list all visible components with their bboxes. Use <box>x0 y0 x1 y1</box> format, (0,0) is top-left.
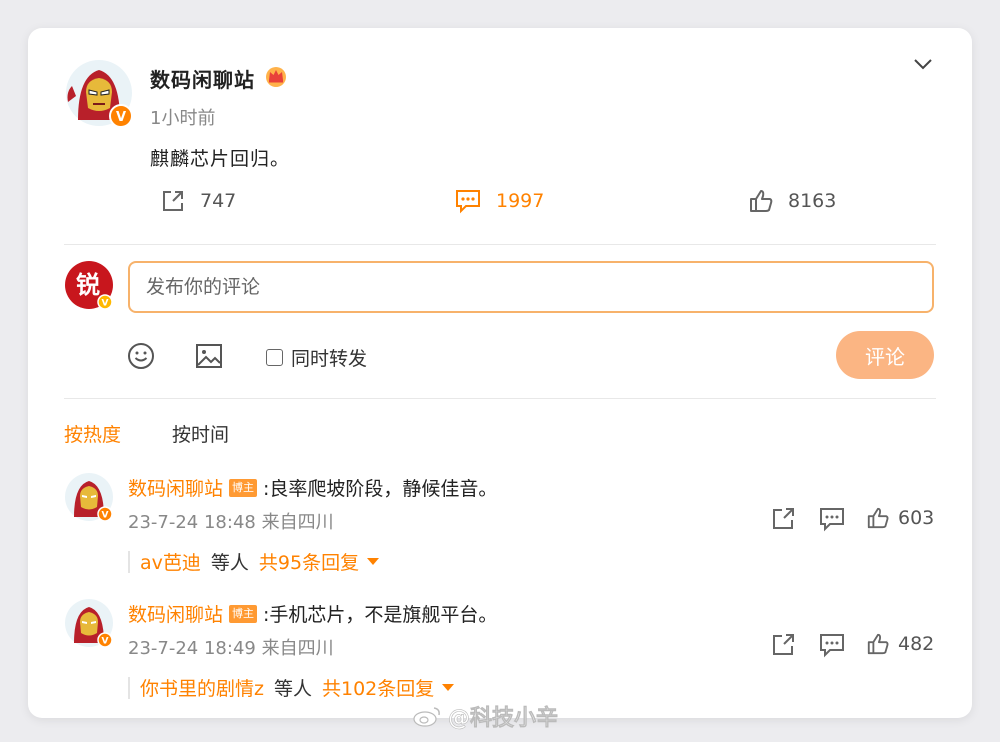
svg-text:V: V <box>116 110 126 125</box>
reply-summary: 你书里的剧情z 等人 共102条回复 <box>128 674 455 701</box>
tab-sort-by-hot[interactable]: 按热度 <box>64 420 121 447</box>
weibo-watermark: @科技小辛 <box>412 700 558 732</box>
chevron-down-icon[interactable] <box>912 56 934 72</box>
comment-count: 1997 <box>496 190 545 212</box>
svg-text:V: V <box>102 637 109 647</box>
share-icon <box>163 191 183 211</box>
weibo-logo-icon <box>413 707 440 727</box>
thumbs-up-icon <box>867 633 889 655</box>
divider <box>64 398 936 399</box>
share-icon[interactable] <box>770 632 798 658</box>
comment-like-button[interactable]: 482 <box>866 632 934 656</box>
comment-like-count: 603 <box>898 507 935 529</box>
reply-etc-label: 等人 <box>273 678 312 700</box>
share-icon[interactable] <box>770 506 798 532</box>
comment-like-button[interactable]: 603 <box>866 506 934 530</box>
svg-text:V: V <box>102 299 109 309</box>
thumbs-up-icon <box>867 507 889 529</box>
comment-icon[interactable] <box>818 632 846 658</box>
post-author-name[interactable]: 数码闲聊站 <box>150 64 255 93</box>
post-text: 麒麟芯片回归。 <box>150 148 291 170</box>
blogger-badge: 博主 <box>229 604 258 623</box>
caret-down-icon <box>367 557 380 565</box>
reply-etc-label: 等人 <box>210 552 249 574</box>
weibo-post-card: V 数码闲聊站 1小时前 麒麟芯片回归。 747 1997 8163 锐 V 发… <box>28 28 972 718</box>
blogger-badge: 博主 <box>229 478 258 497</box>
divider <box>64 244 936 245</box>
comment-meta: 23-7-24 18:48 来自四川 <box>128 512 334 533</box>
submit-comment-button[interactable]: 评论 <box>836 331 934 379</box>
crown-badge-icon <box>266 67 286 87</box>
view-replies-button[interactable]: 共95条回复 <box>258 548 380 575</box>
avatar-char: 锐 <box>76 271 100 299</box>
like-button[interactable]: 8163 <box>748 188 836 214</box>
checkbox-box[interactable] <box>266 349 283 366</box>
comment-icon[interactable] <box>818 506 846 532</box>
view-replies-button[interactable]: 共102条回复 <box>322 674 455 701</box>
emoji-icon[interactable] <box>126 341 156 371</box>
commenter-name[interactable]: 数码闲聊站 <box>128 600 223 627</box>
image-icon[interactable] <box>194 341 224 371</box>
reply-user-link[interactable]: 你书里的剧情z <box>140 674 264 701</box>
comment-text: :良率爬坡阶段，静候佳音。 <box>263 478 498 500</box>
current-user-avatar[interactable]: 锐 V <box>64 260 114 310</box>
commenter-avatar[interactable]: V <box>64 598 114 648</box>
repost-checkbox[interactable]: 同时转发 <box>266 344 367 371</box>
thumbs-up-icon <box>750 190 773 212</box>
comment-input[interactable] <box>128 261 934 313</box>
reply-count: 共102条回复 <box>322 678 435 700</box>
repost-checkbox-label: 同时转发 <box>291 348 368 370</box>
watermark-text: @科技小辛 <box>448 706 559 732</box>
svg-text:V: V <box>102 511 109 521</box>
reply-bar <box>128 676 130 699</box>
comment-text: :手机芯片，不是旗舰平台。 <box>263 604 498 626</box>
like-count: 8163 <box>788 190 837 212</box>
tab-sort-by-time[interactable]: 按时间 <box>172 420 229 447</box>
reply-user-link[interactable]: av芭迪 <box>140 548 201 575</box>
reply-count: 共95条回复 <box>258 552 360 574</box>
repost-count: 747 <box>200 190 237 212</box>
repost-button[interactable]: 747 <box>160 188 236 214</box>
comment-like-count: 482 <box>898 633 935 655</box>
post-timestamp: 1小时前 <box>150 108 216 129</box>
commenter-avatar[interactable]: V <box>64 472 114 522</box>
comment-button[interactable]: 1997 <box>454 188 544 214</box>
caret-down-icon <box>442 683 455 691</box>
reply-bar <box>128 550 130 573</box>
reply-summary: av芭迪 等人 共95条回复 <box>128 548 380 575</box>
commenter-name[interactable]: 数码闲聊站 <box>128 474 223 501</box>
comment-meta: 23-7-24 18:49 来自四川 <box>128 638 334 659</box>
author-avatar[interactable]: V <box>64 58 134 128</box>
comment-icon <box>456 190 480 214</box>
